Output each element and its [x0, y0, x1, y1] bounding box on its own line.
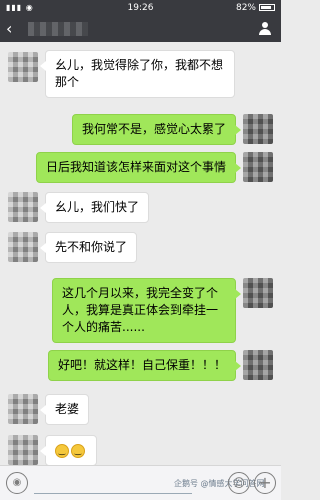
message-bubble-outgoing[interactable]: 好吧！就这样！自己保重！！！ [47, 350, 242, 381]
message-bubble-outgoing[interactable]: 日后我知道该怎样来面对这个事情 [35, 152, 242, 183]
message-bubble-outgoing[interactable]: 这几个月以来，我完全变了个人，我算是真正体会到牵挂一个人的痛苦...... [52, 278, 241, 343]
message-bubble-outgoing[interactable]: 我何常不是，感觉心太累了 [71, 114, 242, 145]
message-input[interactable] [34, 474, 192, 494]
battery-indicator: 82% [236, 3, 275, 13]
battery-percent: 82% [235, 3, 256, 13]
emoji-icon: ‿ [71, 443, 85, 458]
self-avatar[interactable] [243, 114, 273, 144]
plus-icon[interactable]: + [254, 472, 276, 494]
watermark: 企鹅号 @情感大学问答网 [174, 479, 265, 488]
message-bubble-incoming[interactable]: 先不和你说了 [39, 232, 138, 263]
contact-name-blurred [28, 22, 88, 36]
battery-icon [259, 4, 275, 11]
message-list[interactable]: 幺儿，我觉得除了你，我都不想那个 我何常不是，感觉心太累了 日后我知道该怎样来面… [0, 42, 281, 466]
contact-avatar[interactable] [8, 435, 38, 465]
message-bubble-incoming[interactable]: 幺儿，我觉得除了你，我都不想那个 [40, 50, 235, 98]
message-bubble-incoming[interactable]: ‿ ‿ [40, 435, 97, 466]
self-avatar[interactable] [243, 278, 273, 308]
contact-avatar[interactable] [8, 232, 38, 262]
input-bar: ◉ 企鹅号 @情感大学问答网 ☺ + [0, 465, 281, 500]
emoji-picker-icon[interactable]: ☺ [228, 472, 250, 494]
message-bubble-incoming[interactable]: 幺儿，我们快了 [39, 192, 150, 223]
contact-avatar[interactable] [8, 394, 38, 424]
emoji-icon: ‿ [55, 443, 69, 458]
contact-avatar[interactable] [8, 192, 38, 222]
contact-avatar[interactable] [8, 52, 38, 82]
profile-icon[interactable] [257, 22, 273, 36]
back-arrow-icon[interactable]: ‹ [6, 19, 12, 38]
message-bubble-incoming[interactable]: 老婆 [39, 394, 90, 425]
chat-header: ‹ [0, 16, 281, 42]
self-avatar[interactable] [243, 350, 273, 380]
voice-icon[interactable]: ◉ [6, 472, 28, 494]
status-bar: ▮▮▮ ◉ 19:26 82% [0, 0, 281, 16]
self-avatar[interactable] [243, 152, 273, 182]
